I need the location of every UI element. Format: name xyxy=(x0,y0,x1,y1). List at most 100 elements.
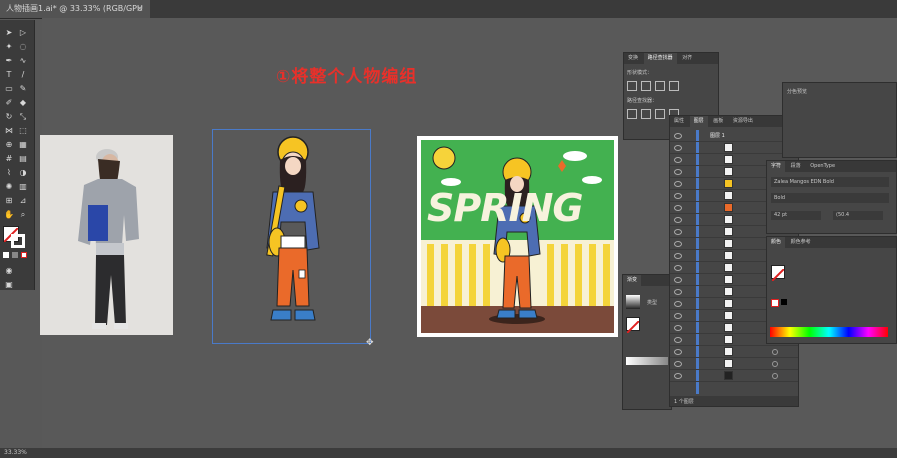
shaper-tool-icon[interactable]: ✐ xyxy=(4,98,14,108)
visibility-eye-icon[interactable] xyxy=(674,349,682,355)
font-size-field[interactable]: 42 pt xyxy=(771,211,821,220)
tab-pathfinder[interactable]: 路径查找器 xyxy=(643,53,677,64)
target-circle-icon[interactable] xyxy=(772,349,778,355)
unite-button[interactable] xyxy=(627,81,637,91)
minus-front-button[interactable] xyxy=(641,81,651,91)
document-tab[interactable]: 人物插画1.ai* @ 33.33% (RGB/GPU 预览) xyxy=(0,0,150,31)
graph-tool-icon[interactable]: ▥ xyxy=(18,182,28,192)
visibility-eye-icon[interactable] xyxy=(674,289,682,295)
eraser-tool-icon[interactable]: ◆ xyxy=(18,98,28,108)
tab-gradient[interactable]: 渐变 xyxy=(623,275,642,286)
tab-layers[interactable]: 图层 xyxy=(689,116,708,127)
close-tab-icon[interactable]: × xyxy=(136,0,144,18)
hand-tool-icon[interactable]: ✋ xyxy=(4,210,14,220)
visibility-eye-icon[interactable] xyxy=(674,229,682,235)
tab-opentype[interactable]: OpenType xyxy=(806,161,839,172)
tab-align[interactable]: 对齐 xyxy=(678,53,696,64)
paintbrush-tool-icon[interactable]: ✎ xyxy=(18,84,28,94)
line-tool-icon[interactable]: / xyxy=(18,70,28,80)
zoom-tool-icon[interactable]: ⌕ xyxy=(18,210,28,220)
tab-transform[interactable]: 变换 xyxy=(624,53,642,64)
sublayer-row[interactable] xyxy=(670,142,798,154)
font-style-select[interactable]: Bold xyxy=(771,193,889,203)
layer-row[interactable]: 图层 1 xyxy=(670,130,798,142)
visibility-eye-icon[interactable] xyxy=(674,205,682,211)
visibility-eye-icon[interactable] xyxy=(674,313,682,319)
merge-button[interactable] xyxy=(655,109,665,119)
stroke-swatch[interactable] xyxy=(11,234,25,248)
tab-asset-export[interactable]: 资源导出 xyxy=(729,116,757,127)
color-mode-button[interactable] xyxy=(3,252,9,258)
tab-artboards[interactable]: 画板 xyxy=(709,116,727,127)
trim-button[interactable] xyxy=(641,109,651,119)
eyedropper-tool-icon[interactable]: ⌇ xyxy=(4,168,14,178)
free-transform-tool-icon[interactable]: ⬚ xyxy=(18,126,28,136)
color-black-swatch[interactable] xyxy=(781,299,787,305)
visibility-eye-icon[interactable] xyxy=(674,157,682,163)
divide-button[interactable] xyxy=(627,109,637,119)
curvature-tool-icon[interactable]: ∿ xyxy=(18,56,28,66)
gradient-mode-button[interactable] xyxy=(12,252,18,258)
target-circle-icon[interactable] xyxy=(772,373,778,379)
selection-bounding-box[interactable] xyxy=(212,129,371,344)
mesh-tool-icon[interactable]: # xyxy=(4,154,14,164)
visibility-eye-icon[interactable] xyxy=(674,373,682,379)
color-spectrum-ramp[interactable] xyxy=(770,327,888,337)
direct-selection-tool-icon[interactable]: ▷ xyxy=(18,28,28,38)
lasso-tool-icon[interactable]: ◌ xyxy=(18,42,28,52)
visibility-eye-icon[interactable] xyxy=(674,253,682,259)
gradient-fill-stroke-swatch[interactable] xyxy=(626,317,640,334)
visibility-eye-icon[interactable] xyxy=(674,193,682,199)
spring-poster[interactable]: SPRING xyxy=(417,136,618,337)
visibility-eye-icon[interactable] xyxy=(674,361,682,367)
visibility-eye-icon[interactable] xyxy=(674,337,682,343)
zoom-level[interactable]: 33.33% xyxy=(4,449,27,456)
slice-tool-icon[interactable]: ⊿ xyxy=(18,196,28,206)
symbol-sprayer-tool-icon[interactable]: ✺ xyxy=(4,182,14,192)
screen-mode-icon[interactable]: ▣ xyxy=(4,280,14,290)
visibility-eye-icon[interactable] xyxy=(674,277,682,283)
scale-tool-icon[interactable]: ⤡ xyxy=(18,112,28,122)
gradient-slider[interactable] xyxy=(626,357,668,365)
pen-tool-icon[interactable]: ✒ xyxy=(4,56,14,66)
visibility-eye-icon[interactable] xyxy=(674,301,682,307)
none-mode-button[interactable] xyxy=(21,252,27,258)
magic-wand-tool-icon[interactable]: ✦ xyxy=(4,42,14,52)
color-none-swatch[interactable] xyxy=(771,299,779,307)
font-family-select[interactable]: Zalea Mangos EDN Bold xyxy=(771,177,889,187)
intersect-button[interactable] xyxy=(655,81,665,91)
tab-character[interactable]: 字符 xyxy=(767,161,786,172)
rotate-tool-icon[interactable]: ↻ xyxy=(4,112,14,122)
sublayer-row[interactable] xyxy=(670,358,798,370)
visibility-eye-icon[interactable] xyxy=(674,325,682,331)
perspective-grid-tool-icon[interactable]: ▦ xyxy=(18,140,28,150)
shape-builder-tool-icon[interactable]: ⊕ xyxy=(4,140,14,150)
visibility-eye-icon[interactable] xyxy=(674,217,682,223)
tab-properties[interactable]: 属性 xyxy=(670,116,688,127)
artboard-tool-icon[interactable]: ⊞ xyxy=(4,196,14,206)
target-circle-icon[interactable] xyxy=(772,361,778,367)
tab-paragraph[interactable]: 段落 xyxy=(787,161,805,172)
sublayer-row[interactable] xyxy=(670,370,798,382)
tab-color[interactable]: 颜色 xyxy=(767,237,786,248)
reference-photo[interactable] xyxy=(40,135,173,335)
type-tool-icon[interactable]: T xyxy=(4,70,14,80)
leading-field[interactable]: (50.4 xyxy=(833,211,883,220)
exclude-button[interactable] xyxy=(669,81,679,91)
selection-tool-icon[interactable]: ➤ xyxy=(4,28,14,38)
color-fill-swatch[interactable] xyxy=(771,265,785,282)
sublayer-row[interactable] xyxy=(670,346,798,358)
tab-color-guide[interactable]: 颜色参考 xyxy=(787,237,815,248)
visibility-eye-icon[interactable] xyxy=(674,145,682,151)
visibility-eye-icon[interactable] xyxy=(674,169,682,175)
visibility-eye-icon[interactable] xyxy=(674,181,682,187)
visibility-eye-icon[interactable] xyxy=(674,241,682,247)
gradient-preview[interactable] xyxy=(626,295,640,309)
width-tool-icon[interactable]: ⋈ xyxy=(4,126,14,136)
rectangle-tool-icon[interactable]: ▭ xyxy=(4,84,14,94)
draw-mode-icon[interactable]: ◉ xyxy=(4,266,14,276)
blend-tool-icon[interactable]: ◑ xyxy=(18,168,28,178)
visibility-eye-icon[interactable] xyxy=(674,265,682,271)
gradient-tool-icon[interactable]: ▤ xyxy=(18,154,28,164)
visibility-eye-icon[interactable] xyxy=(674,133,682,139)
